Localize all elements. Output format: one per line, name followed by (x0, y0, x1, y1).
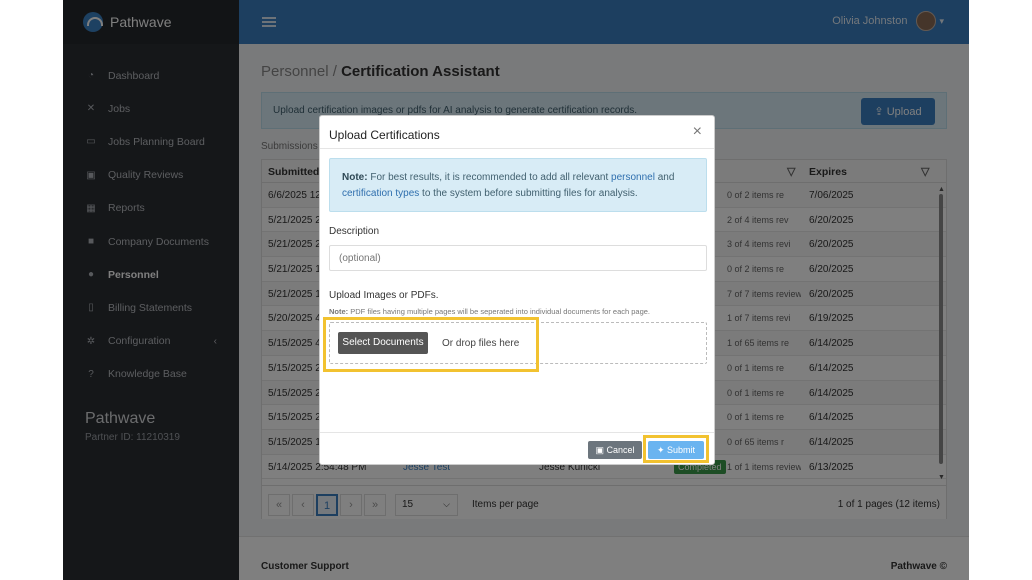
submit-button-label: Submit (667, 445, 696, 455)
cancel-button[interactable]: ▣ Cancel (588, 441, 642, 459)
personnel-link[interactable]: personnel (611, 172, 655, 183)
magic-wand-icon: ✦ (656, 445, 668, 455)
note-text: For best results, it is recommended to a… (370, 172, 609, 183)
cancel-button-label: Cancel (606, 445, 635, 455)
description-input[interactable] (329, 245, 707, 271)
note-label: Note: (342, 172, 368, 183)
certification-types-link[interactable]: certification types (342, 188, 419, 199)
upload-certifications-modal: Upload Certifications × Note: For best r… (319, 115, 715, 465)
select-documents-button[interactable]: Select Documents (338, 332, 428, 354)
upload-note: Note: PDF files having multiple pages wi… (329, 307, 650, 316)
cancel-icon: ▣ (595, 445, 607, 455)
upload-note-text: PDF files having multiple pages will be … (350, 307, 651, 316)
app-frame: Pathwave ◔Dashboard ✕Jobs ▭Jobs Planning… (63, 0, 969, 580)
drop-files-text: Or drop files here (442, 338, 520, 349)
modal-note: Note: For best results, it is recommende… (329, 158, 707, 212)
note-text: and (657, 172, 675, 183)
upload-note-label: Note: (329, 307, 349, 316)
close-icon[interactable]: × (693, 123, 702, 141)
modal-footer: ▣ Cancel ✦ Submit (320, 432, 714, 464)
description-label: Description (329, 226, 380, 237)
submit-button[interactable]: ✦ Submit (648, 441, 704, 459)
modal-title: Upload Certifications (329, 128, 440, 142)
note-text: to the system before submitting files fo… (422, 188, 638, 199)
upload-label: Upload Images or PDFs. (329, 290, 439, 301)
modal-header: Upload Certifications × (320, 116, 714, 149)
